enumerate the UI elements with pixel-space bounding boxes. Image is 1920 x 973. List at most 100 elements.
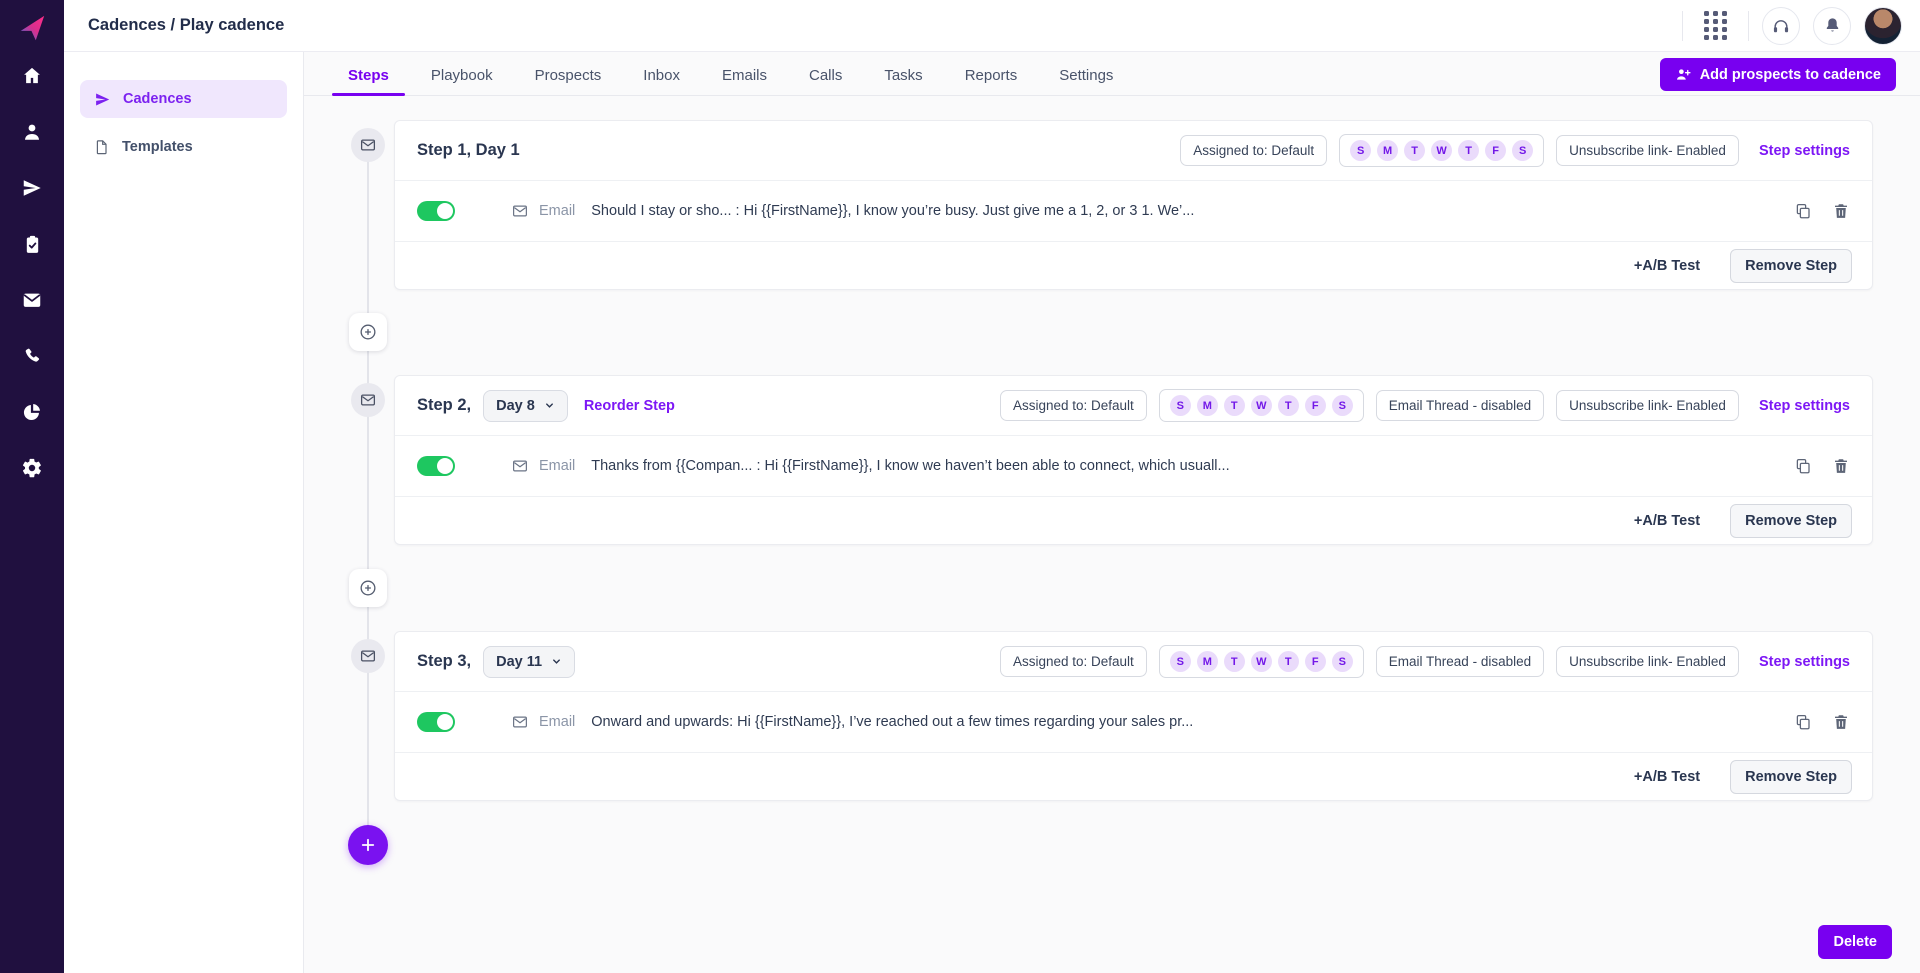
day-chip[interactable]: F — [1485, 140, 1506, 161]
headphones-button[interactable] — [1762, 7, 1800, 45]
mail-icon — [21, 289, 43, 311]
day-chip[interactable]: S — [1350, 140, 1371, 161]
trash-icon[interactable] — [1832, 713, 1850, 731]
add-prospects-button[interactable]: Add prospects to cadence — [1660, 58, 1896, 91]
ab-test-button[interactable]: +A/B Test — [1634, 513, 1700, 529]
tab-reports[interactable]: Reports — [963, 56, 1020, 95]
app-logo[interactable] — [12, 8, 52, 48]
tasks-clipboard-icon — [22, 234, 43, 255]
tab-calls[interactable]: Calls — [807, 56, 844, 95]
day-chip[interactable]: T — [1278, 651, 1299, 672]
email-enabled-toggle[interactable] — [417, 456, 455, 476]
email-preview[interactable]: Thanks from {{Compan... : Hi {{FirstName… — [591, 458, 1229, 474]
step-settings-link[interactable]: Step settings — [1759, 143, 1850, 159]
step-settings-link[interactable]: Step settings — [1759, 398, 1850, 414]
step-footer: +A/B Test Remove Step — [395, 752, 1872, 800]
email-thread-badge: Email Thread - disabled — [1376, 646, 1544, 677]
email-preview[interactable]: Should I stay or sho... : Hi {{FirstName… — [591, 203, 1194, 219]
day-chip[interactable]: T — [1224, 395, 1245, 416]
send-days-badge: S M T W T F S — [1159, 645, 1364, 678]
assigned-badge: Assigned to: Default — [1000, 390, 1147, 421]
row-actions — [1778, 713, 1850, 731]
day-chip[interactable]: F — [1305, 395, 1326, 416]
day-chip[interactable]: T — [1224, 651, 1245, 672]
tab-prospects[interactable]: Prospects — [533, 56, 604, 95]
add-step-button[interactable] — [348, 825, 388, 865]
ab-test-button[interactable]: +A/B Test — [1634, 258, 1700, 274]
tab-playbook[interactable]: Playbook — [429, 56, 495, 95]
nav-settings[interactable] — [0, 440, 64, 496]
nav-cadences[interactable] — [0, 160, 64, 216]
email-thread-badge: Email Thread - disabled — [1376, 390, 1544, 421]
insert-step-button[interactable] — [349, 569, 387, 607]
send-days-badge: S M T W T F S — [1339, 134, 1544, 167]
home-icon — [21, 65, 43, 87]
day-dropdown[interactable]: Day 11 — [483, 646, 575, 678]
row-actions — [1778, 457, 1850, 475]
headphones-icon — [1771, 16, 1791, 36]
step-card: Step 1, Day 1 Assigned to: Default S M T… — [394, 120, 1873, 290]
day-chip[interactable]: M — [1377, 140, 1398, 161]
day-chip[interactable]: S — [1332, 651, 1353, 672]
tab-inbox[interactable]: Inbox — [641, 56, 682, 95]
sidebar-item-label: Cadences — [123, 91, 192, 107]
delete-cadence-button[interactable]: Delete — [1818, 925, 1892, 959]
day-dropdown[interactable]: Day 8 — [483, 390, 568, 422]
nav-mail[interactable] — [0, 272, 64, 328]
copy-icon[interactable] — [1794, 202, 1812, 220]
insert-step-button[interactable] — [349, 313, 387, 351]
sidebar-item-cadences[interactable]: Cadences — [80, 80, 287, 118]
email-enabled-toggle[interactable] — [417, 201, 455, 221]
nav-contacts[interactable] — [0, 104, 64, 160]
day-chip[interactable]: T — [1278, 395, 1299, 416]
day-chip[interactable]: S — [1170, 651, 1191, 672]
remove-step-button[interactable]: Remove Step — [1730, 504, 1852, 538]
tab-tasks[interactable]: Tasks — [882, 56, 924, 95]
email-row: Email Should I stay or sho... : Hi {{Fir… — [395, 181, 1872, 241]
day-chip[interactable]: W — [1251, 395, 1272, 416]
day-chip[interactable]: W — [1431, 140, 1452, 161]
reports-pie-icon — [21, 401, 43, 423]
email-enabled-toggle[interactable] — [417, 712, 455, 732]
tab-settings[interactable]: Settings — [1057, 56, 1115, 95]
day-chip[interactable]: S — [1332, 395, 1353, 416]
trash-icon[interactable] — [1832, 457, 1850, 475]
sidebar: Cadences Templates — [64, 52, 304, 973]
day-chip[interactable]: T — [1404, 140, 1425, 161]
copy-icon[interactable] — [1794, 457, 1812, 475]
nav-tasks[interactable] — [0, 216, 64, 272]
send-icon — [21, 177, 43, 199]
mail-icon — [511, 457, 529, 475]
avatar[interactable] — [1864, 7, 1902, 45]
nav-home[interactable] — [0, 48, 64, 104]
step-type-mail-marker — [351, 128, 385, 162]
tab-steps[interactable]: Steps — [346, 56, 391, 95]
day-chip[interactable]: W — [1251, 651, 1272, 672]
assigned-badge: Assigned to: Default — [1000, 646, 1147, 677]
breadcrumb[interactable]: Cadences / Play cadence — [88, 16, 284, 35]
remove-step-button[interactable]: Remove Step — [1730, 760, 1852, 794]
tab-emails[interactable]: Emails — [720, 56, 769, 95]
day-chip[interactable]: M — [1197, 651, 1218, 672]
sidebar-item-templates[interactable]: Templates — [80, 128, 287, 166]
day-chip[interactable]: S — [1512, 140, 1533, 161]
trash-icon[interactable] — [1832, 202, 1850, 220]
ab-test-button[interactable]: +A/B Test — [1634, 769, 1700, 785]
dialpad-icon[interactable] — [1696, 11, 1735, 40]
notifications-button[interactable] — [1813, 7, 1851, 45]
copy-icon[interactable] — [1794, 713, 1812, 731]
topbar: Cadences / Play cadence — [64, 0, 1920, 52]
mail-icon — [511, 202, 529, 220]
day-chip[interactable]: S — [1170, 395, 1191, 416]
day-chip[interactable]: F — [1305, 651, 1326, 672]
step-settings-link[interactable]: Step settings — [1759, 654, 1850, 670]
reorder-step-link[interactable]: Reorder Step — [584, 398, 675, 414]
step-header: Step 3, Day 11 Assigned to: Default S M … — [395, 632, 1872, 692]
day-chip[interactable]: T — [1458, 140, 1479, 161]
nav-reports[interactable] — [0, 384, 64, 440]
remove-step-button[interactable]: Remove Step — [1730, 249, 1852, 283]
day-chip[interactable]: M — [1197, 395, 1218, 416]
step-footer: +A/B Test Remove Step — [395, 241, 1872, 289]
email-preview[interactable]: Onward and upwards: Hi {{FirstName}}, I’… — [591, 714, 1193, 730]
nav-calls[interactable] — [0, 328, 64, 384]
